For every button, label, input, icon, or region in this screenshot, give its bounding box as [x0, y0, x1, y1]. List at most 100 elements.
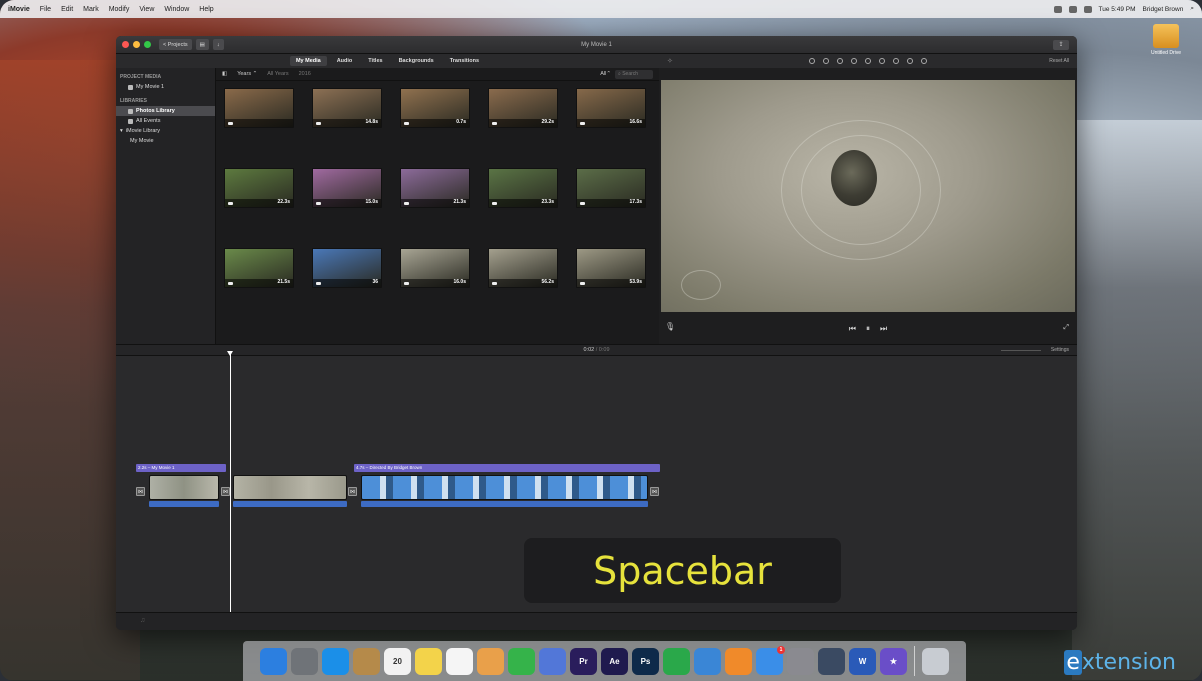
video-clip[interactable]: [149, 475, 219, 500]
imovie-star-icon[interactable]: [539, 647, 566, 675]
tab-backgrounds[interactable]: Backgrounds: [393, 56, 440, 66]
menu-view[interactable]: View: [139, 6, 154, 13]
sidebar-item-my-movie[interactable]: My Movie: [116, 136, 215, 146]
share-button[interactable]: ⇪: [1053, 40, 1069, 50]
tab-transitions[interactable]: Transitions: [444, 56, 485, 66]
wifi-icon[interactable]: [1068, 5, 1077, 13]
media-clip-thumbnail[interactable]: 56.2s: [488, 248, 558, 288]
menu-help[interactable]: Help: [199, 6, 213, 13]
years-filter[interactable]: Years ⌃: [237, 71, 257, 77]
import-button[interactable]: ↓: [212, 39, 224, 50]
keynote-icon[interactable]: [694, 647, 721, 675]
media-clip-thumbnail[interactable]: 17.3s: [576, 168, 646, 208]
skip-forward-icon[interactable]: ⏭: [880, 324, 887, 334]
media-clip-thumbnail[interactable]: 16.6s: [576, 88, 646, 128]
transition-icon[interactable]: ⋈: [221, 487, 230, 496]
zoom-slider[interactable]: [1001, 350, 1041, 351]
photos-icon[interactable]: [477, 647, 504, 675]
noise-reduction-icon[interactable]: [879, 58, 885, 64]
close-button[interactable]: [122, 41, 129, 48]
tab-titles[interactable]: Titles: [362, 56, 388, 66]
color-balance-icon[interactable]: [809, 58, 815, 64]
sidebar-item-all-events[interactable]: All Events: [116, 116, 215, 126]
media-clip-thumbnail[interactable]: 29.2s: [488, 88, 558, 128]
skip-back-icon[interactable]: ⏮: [849, 324, 856, 334]
media-clip-thumbnail[interactable]: 36: [312, 248, 382, 288]
menu-edit[interactable]: Edit: [61, 6, 73, 13]
contacts-icon[interactable]: [353, 647, 380, 675]
audio-track[interactable]: [361, 501, 648, 507]
media-clip-thumbnail[interactable]: 23.3s: [488, 168, 558, 208]
clock[interactable]: Tue 5:49 PM: [1099, 6, 1136, 13]
title-clip[interactable]: 4.7s – Directed By Bridget Brown: [354, 464, 660, 472]
media-clip-thumbnail[interactable]: 0.7s: [400, 88, 470, 128]
media-clip-thumbnail[interactable]: 16.0s: [400, 248, 470, 288]
tab-audio[interactable]: Audio: [331, 56, 359, 66]
imovie-icon[interactable]: ★: [880, 647, 907, 675]
library-toggle-button[interactable]: ▤: [195, 39, 209, 50]
media-clip-thumbnail[interactable]: 21.5s: [224, 248, 294, 288]
spotlight-icon[interactable]: ⌕: [1190, 5, 1194, 13]
sidebar-item-photos-library[interactable]: Photos Library: [116, 106, 215, 116]
filter-icon[interactable]: [907, 58, 913, 64]
play-pause-icon[interactable]: ⏸: [866, 324, 870, 334]
fullscreen-icon[interactable]: ⤢: [1063, 324, 1069, 332]
speed-icon[interactable]: [893, 58, 899, 64]
search-input[interactable]: ⌕ Search: [615, 69, 653, 79]
tab-my-media[interactable]: My Media: [289, 56, 327, 66]
volume-icon[interactable]: [865, 58, 871, 64]
crop-icon[interactable]: [837, 58, 843, 64]
stabilization-icon[interactable]: [851, 58, 857, 64]
projects-button[interactable]: < Projects: [159, 39, 192, 50]
finder-icon[interactable]: [260, 647, 287, 675]
transition-icon[interactable]: ⋈: [650, 487, 659, 496]
sidebar-toggle-icon[interactable]: ◧: [222, 71, 227, 77]
media-clip-thumbnail[interactable]: 53.9s: [576, 248, 646, 288]
minimize-button[interactable]: [133, 41, 140, 48]
menu-mark[interactable]: Mark: [83, 6, 99, 13]
all-clips-filter[interactable]: All⌃: [600, 71, 611, 77]
video-viewer[interactable]: [661, 80, 1075, 312]
zoom-button[interactable]: [144, 41, 151, 48]
menu-file[interactable]: File: [40, 6, 51, 13]
menu-app[interactable]: iMovie: [8, 6, 30, 13]
notes-icon[interactable]: [415, 647, 442, 675]
reset-all-button[interactable]: Reset All: [1049, 58, 1069, 64]
quicktime-icon[interactable]: [818, 647, 845, 675]
menu-window[interactable]: Window: [164, 6, 189, 13]
title-clip[interactable]: 2.2s – My Movie 1: [136, 464, 226, 472]
playhead[interactable]: [227, 351, 233, 626]
transition-icon[interactable]: ⋈: [136, 487, 145, 496]
video-clip[interactable]: [361, 475, 648, 500]
calendar-icon[interactable]: 20: [384, 647, 411, 675]
transition-icon[interactable]: ⋈: [348, 487, 357, 496]
word-icon[interactable]: W: [849, 647, 876, 675]
safari-icon[interactable]: [322, 647, 349, 675]
audio-track[interactable]: [233, 501, 347, 507]
after-effects-icon[interactable]: Ae: [601, 647, 628, 675]
disclosure-triangle-icon[interactable]: ▾: [120, 128, 123, 134]
photoshop-icon[interactable]: Ps: [632, 647, 659, 675]
desktop-drive[interactable]: Untitled Drive: [1146, 24, 1186, 56]
info-icon[interactable]: [921, 58, 927, 64]
magic-wand-icon[interactable]: ✧: [667, 57, 673, 65]
battery-icon[interactable]: [1083, 5, 1092, 13]
all-years-filter[interactable]: All Years: [267, 71, 288, 77]
trash-icon[interactable]: [922, 647, 949, 675]
media-clip-thumbnail[interactable]: 22.3s: [224, 168, 294, 208]
sidebar-item-project[interactable]: My Movie 1: [116, 82, 215, 92]
year-filter[interactable]: 2016: [299, 71, 311, 77]
media-clip-thumbnail[interactable]: 14.8s: [312, 88, 382, 128]
color-correction-icon[interactable]: [823, 58, 829, 64]
settings-button[interactable]: Settings: [1051, 347, 1069, 353]
app-store-icon[interactable]: 1: [756, 645, 785, 675]
video-clip[interactable]: [233, 475, 347, 500]
sidebar-item-imovie-library[interactable]: ▾ iMovie Library: [116, 126, 215, 136]
media-clip-thumbnail[interactable]: 15.0s: [312, 168, 382, 208]
premiere-icon[interactable]: Pr: [570, 647, 597, 675]
reminders-icon[interactable]: [446, 647, 473, 675]
launchpad-icon[interactable]: [291, 647, 318, 675]
numbers-icon[interactable]: [663, 647, 690, 675]
user-name[interactable]: Bridget Brown: [1143, 6, 1184, 13]
system-preferences-icon[interactable]: [787, 647, 814, 675]
